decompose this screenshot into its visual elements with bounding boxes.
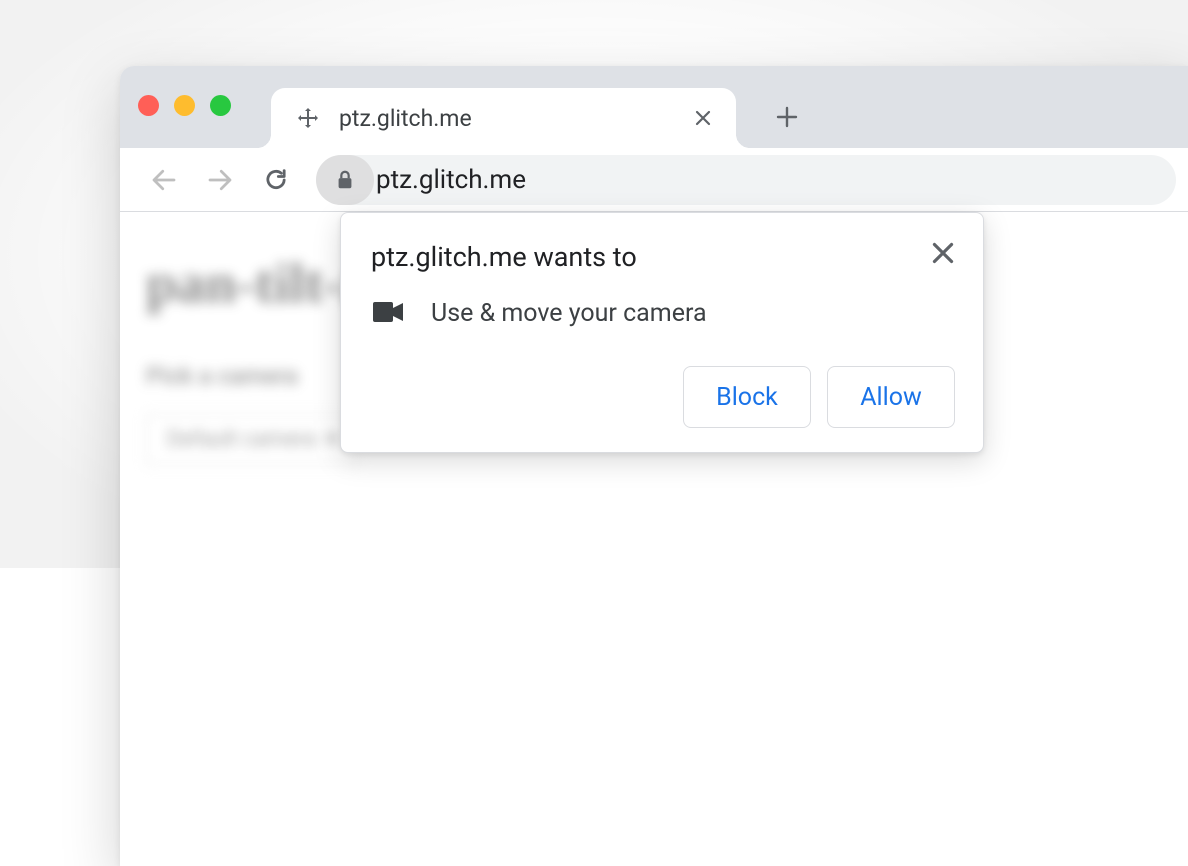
address-bar[interactable]: ptz.glitch.me	[316, 155, 1176, 205]
reload-button[interactable]	[250, 154, 302, 206]
permission-item-text: Use & move your camera	[431, 299, 707, 328]
select-value: Default camera	[167, 427, 316, 452]
window-minimize-button[interactable]	[174, 95, 195, 116]
block-button[interactable]: Block	[683, 366, 811, 428]
new-tab-button[interactable]	[762, 92, 812, 142]
tab-favicon	[295, 105, 321, 131]
window-close-button[interactable]	[138, 95, 159, 116]
close-icon	[932, 242, 954, 264]
forward-button[interactable]	[194, 154, 246, 206]
tab-strip: ptz.glitch.me	[120, 66, 1188, 148]
videocam-icon	[373, 300, 403, 328]
permission-actions: Block Allow	[371, 366, 955, 428]
tab-close-button[interactable]	[690, 105, 716, 131]
browser-window: ptz.glitch.me	[120, 66, 1188, 866]
window-zoom-button[interactable]	[210, 95, 231, 116]
camera-select[interactable]: Default camera ▾	[146, 414, 358, 465]
permission-close-button[interactable]	[923, 233, 963, 273]
browser-tab[interactable]: ptz.glitch.me	[271, 88, 736, 148]
site-info-button[interactable]	[316, 155, 374, 205]
url-text: ptz.glitch.me	[376, 165, 526, 195]
permission-prompt: ptz.glitch.me wants to Use & move your c…	[340, 212, 984, 453]
lock-icon	[334, 169, 356, 191]
chevron-down-icon: ▾	[326, 427, 337, 452]
allow-button[interactable]: Allow	[827, 366, 955, 428]
window-controls	[138, 95, 231, 116]
toolbar: ptz.glitch.me	[120, 148, 1188, 212]
permission-item: Use & move your camera	[371, 299, 955, 328]
back-button[interactable]	[138, 154, 190, 206]
permission-title: ptz.glitch.me wants to	[371, 241, 955, 273]
tab-title: ptz.glitch.me	[339, 105, 690, 132]
